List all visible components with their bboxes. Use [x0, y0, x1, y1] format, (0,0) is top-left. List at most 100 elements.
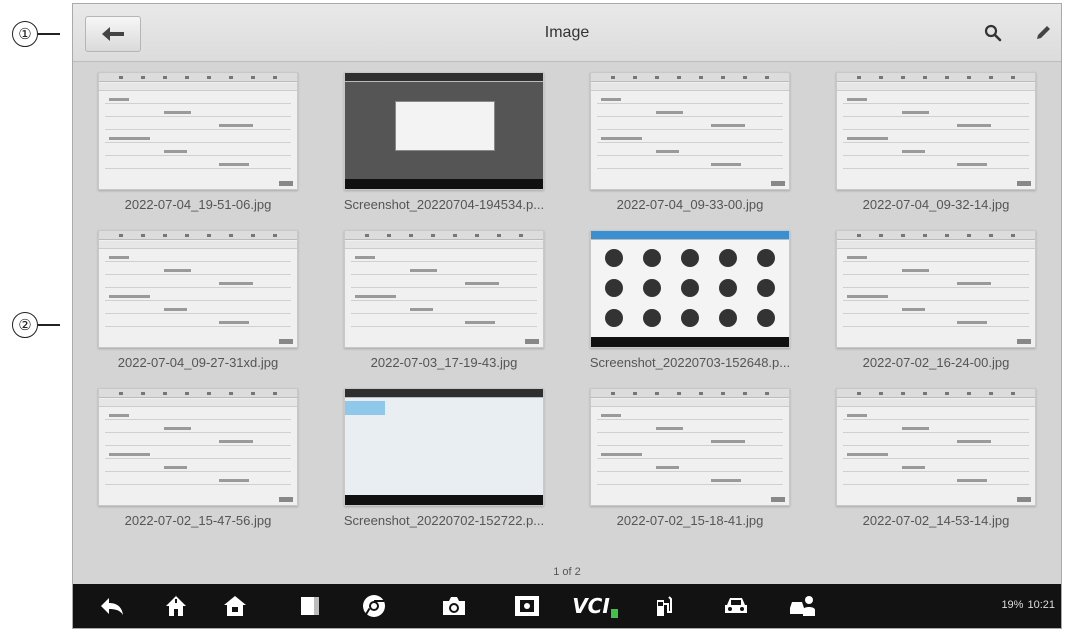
thumbnail-detail — [902, 427, 929, 430]
nav-screen-capture-button[interactable] — [510, 591, 544, 621]
image-filename: 2022-07-03_17-19-43.jpg — [370, 355, 518, 370]
thumbnail-detail — [345, 389, 543, 398]
thumbnail-detail — [605, 309, 623, 327]
thumbnail-detail — [711, 163, 741, 166]
thumbnail-detail — [843, 103, 1029, 104]
image-thumbnail[interactable] — [98, 72, 298, 190]
house-icon — [224, 596, 246, 616]
image-item[interactable]: 2022-07-02_14-53-14.jpg — [836, 388, 1036, 528]
image-filename: 2022-07-02_15-47-56.jpg — [124, 513, 272, 528]
thumbnail-detail — [119, 234, 279, 237]
thumbnail-detail — [105, 261, 291, 262]
device-screen: Image 2022-07-04_19-51-06.jpg Screenshot_… — [72, 3, 1062, 629]
image-thumbnail[interactable] — [344, 388, 544, 506]
thumbnail-detail — [591, 231, 789, 240]
thumbnail-detail — [105, 142, 291, 143]
search-button[interactable] — [981, 21, 1005, 45]
nav-home-button[interactable] — [159, 591, 193, 621]
thumbnail-detail — [219, 479, 249, 482]
nav-house-button[interactable] — [218, 591, 252, 621]
image-filename: 2022-07-04_09-33-00.jpg — [616, 197, 764, 212]
image-item[interactable]: 2022-07-02_15-18-41.jpg — [590, 388, 790, 528]
nav-chrome-button[interactable] — [357, 591, 391, 621]
thumbnail-detail — [105, 313, 291, 314]
thumbnail-detail — [105, 168, 291, 169]
thumbnail-detail — [843, 419, 1029, 420]
thumbnail-detail — [837, 73, 1035, 82]
image-thumbnail[interactable] — [98, 388, 298, 506]
callout-2-number: ② — [12, 312, 38, 338]
image-thumbnail[interactable] — [344, 72, 544, 190]
thumbnail-detail — [837, 399, 1035, 407]
nav-back-button[interactable] — [95, 591, 129, 621]
thumbnail-detail — [109, 414, 129, 417]
back-button[interactable] — [85, 16, 141, 52]
thumbnail-detail — [109, 453, 150, 456]
thumbnail-detail — [591, 73, 789, 82]
nav-car-user-button[interactable] — [785, 591, 819, 621]
battery-percent: 19% — [1001, 599, 1024, 611]
thumbnail-detail — [119, 76, 279, 79]
nav-vci-button[interactable]: VCI — [569, 591, 621, 621]
screen-capture-icon — [515, 596, 539, 616]
nav-car-button[interactable] — [719, 591, 753, 621]
thumbnail-detail — [843, 155, 1029, 156]
image-item[interactable]: 2022-07-04_19-51-06.jpg — [98, 72, 298, 212]
thumbnail-detail — [847, 98, 867, 101]
image-item[interactable]: Screenshot_20220704-194534.p... — [344, 72, 544, 212]
image-thumbnail[interactable] — [344, 230, 544, 348]
callout-2-line — [38, 324, 60, 326]
thumbnail-detail — [957, 163, 987, 166]
image-item[interactable]: Screenshot_20220703-152648.p... — [590, 230, 790, 370]
image-thumbnail[interactable] — [836, 230, 1036, 348]
thumbnail-detail — [843, 142, 1029, 143]
image-filename: 2022-07-04_19-51-06.jpg — [124, 197, 272, 212]
home-icon — [166, 596, 186, 616]
thumbnail-detail — [902, 269, 929, 272]
image-thumbnail[interactable] — [590, 388, 790, 506]
image-item[interactable]: 2022-07-04_09-33-00.jpg — [590, 72, 790, 212]
image-item[interactable]: 2022-07-04_09-27-31xd.jpg — [98, 230, 298, 370]
image-thumbnail[interactable] — [590, 230, 790, 348]
edit-button[interactable] — [1031, 21, 1055, 45]
search-icon — [984, 24, 1002, 42]
thumbnail-detail — [105, 300, 291, 301]
image-thumbnail[interactable] — [98, 230, 298, 348]
thumbnail-detail — [656, 150, 679, 153]
thumbnail-detail — [843, 471, 1029, 472]
image-item[interactable]: 2022-07-03_17-19-43.jpg — [344, 230, 544, 370]
image-thumbnail[interactable] — [590, 72, 790, 190]
thumbnail-detail — [843, 129, 1029, 130]
status-area: 19% 10:21 — [1001, 599, 1055, 611]
thumbnail-detail — [99, 83, 297, 91]
image-item[interactable]: 2022-07-02_16-24-00.jpg — [836, 230, 1036, 370]
thumbnail-detail — [719, 309, 737, 327]
image-thumbnail[interactable] — [836, 388, 1036, 506]
image-item[interactable]: 2022-07-02_15-47-56.jpg — [98, 388, 298, 528]
thumbnail-detail — [601, 137, 642, 140]
image-thumbnail[interactable] — [836, 72, 1036, 190]
thumbnail-detail — [525, 339, 539, 344]
thumbnail-detail — [591, 337, 789, 347]
thumbnail-detail — [395, 101, 495, 151]
nav-fuel-button[interactable] — [649, 591, 683, 621]
thumbnail-detail — [719, 279, 737, 297]
thumbnail-detail — [643, 249, 661, 267]
recent-apps-icon — [301, 597, 319, 615]
image-filename: Screenshot_20220703-152648.p... — [589, 355, 791, 370]
nav-recent-button[interactable] — [293, 591, 327, 621]
thumbnail-detail — [164, 427, 191, 430]
image-item[interactable]: Screenshot_20220702-152722.p... — [344, 388, 544, 528]
back-arrow-icon — [102, 27, 124, 41]
thumbnail-detail — [597, 103, 783, 104]
thumbnail-detail — [957, 321, 987, 324]
thumbnail-detail — [105, 458, 291, 459]
callout-1-line — [38, 33, 60, 35]
thumbnail-detail — [597, 142, 783, 143]
thumbnail-detail — [605, 279, 623, 297]
thumbnail-detail — [105, 155, 291, 156]
image-item[interactable]: 2022-07-04_09-32-14.jpg — [836, 72, 1036, 212]
nav-camera-button[interactable] — [437, 591, 471, 621]
vci-label: VCI — [572, 594, 610, 618]
thumbnail-detail — [611, 76, 771, 79]
